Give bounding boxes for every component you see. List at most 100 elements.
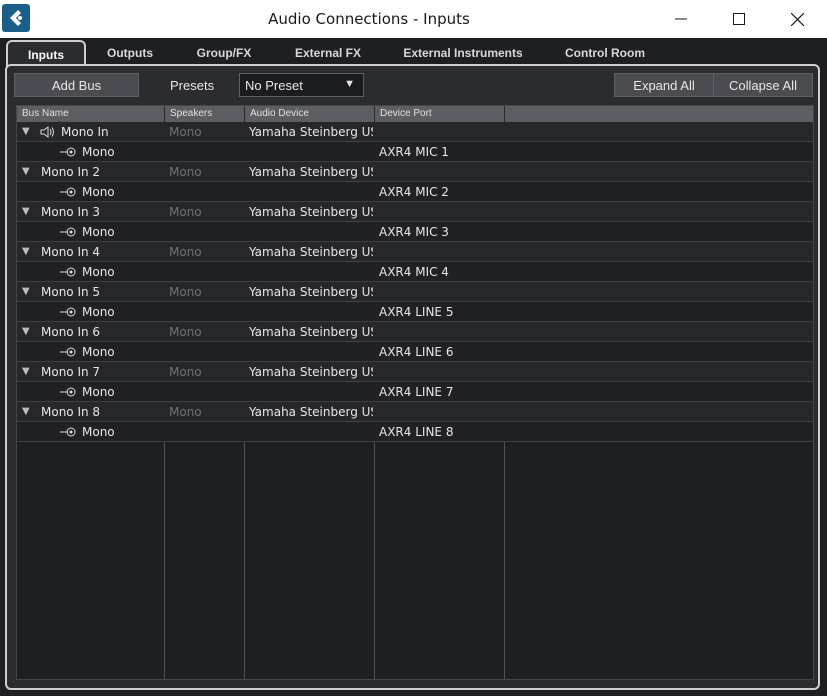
channel-row[interactable]: Mono AXR4 LINE 7	[17, 382, 813, 402]
close-icon	[790, 12, 804, 26]
table-header: Bus Name Speakers Audio Device Device Po…	[17, 106, 813, 122]
channel-row[interactable]: Mono AXR4 MIC 3	[17, 222, 813, 242]
bus-name[interactable]: Mono In 2	[41, 162, 163, 182]
bus-row[interactable]: ▼ Mono In 2 Mono Yamaha Steinberg USB ASIO	[17, 162, 813, 182]
bus-name[interactable]: Mono In 5	[41, 282, 163, 302]
bus-speakers[interactable]: Mono	[169, 242, 243, 262]
device-port[interactable]: AXR4 MIC 1	[379, 142, 503, 162]
minimize-button[interactable]	[652, 0, 710, 38]
channel-name: Mono	[82, 145, 115, 159]
device-port[interactable]: AXR4 LINE 7	[379, 382, 503, 402]
channel-row[interactable]: Mono AXR4 MIC 1	[17, 142, 813, 162]
bus-speakers[interactable]: Mono	[169, 402, 243, 422]
bus-audio-device[interactable]: Yamaha Steinberg USB ASIO	[249, 402, 373, 422]
channel-name: Mono	[82, 305, 115, 319]
tab-bar: Inputs Outputs Group/FX External FX Exte…	[6, 40, 822, 68]
title-bar: Audio Connections - Inputs	[0, 0, 827, 38]
bus-name[interactable]: Mono In	[61, 122, 163, 142]
device-port[interactable]: AXR4 LINE 5	[379, 302, 503, 322]
bus-row[interactable]: ▼ Mono In Mono Yamaha Steinberg USB ASIO	[17, 122, 813, 142]
bus-speakers[interactable]: Mono	[169, 322, 243, 342]
add-bus-button[interactable]: Add Bus	[14, 73, 139, 97]
bus-speakers[interactable]: Mono	[169, 122, 243, 142]
expand-triangle-icon[interactable]: ▼	[22, 122, 30, 142]
tab-external-instruments[interactable]: External Instruments	[386, 40, 540, 66]
tab-group-fx[interactable]: Group/FX	[178, 40, 270, 66]
bus-audio-device[interactable]: Yamaha Steinberg USB ASIO	[249, 202, 373, 222]
bus-speakers[interactable]: Mono	[169, 362, 243, 382]
bus-name[interactable]: Mono In 6	[41, 322, 163, 342]
expand-triangle-icon[interactable]: ▼	[22, 362, 30, 382]
channel-connector-icon	[59, 346, 77, 361]
expand-triangle-icon[interactable]: ▼	[22, 322, 30, 342]
bus-row[interactable]: ▼ Mono In 3 Mono Yamaha Steinberg USB ASIO	[17, 202, 813, 222]
tab-outputs[interactable]: Outputs	[90, 40, 170, 66]
channel-connector-icon	[59, 266, 77, 281]
channel-row[interactable]: Mono AXR4 LINE 8	[17, 422, 813, 442]
channel-row[interactable]: Mono AXR4 MIC 4	[17, 262, 813, 282]
bus-speakers[interactable]: Mono	[169, 162, 243, 182]
preset-value: No Preset	[245, 78, 303, 93]
bus-name[interactable]: Mono In 8	[41, 402, 163, 422]
collapse-all-button[interactable]: Collapse All	[713, 73, 813, 97]
channel-row[interactable]: Mono AXR4 LINE 6	[17, 342, 813, 362]
column-header-bus-name[interactable]: Bus Name	[17, 106, 165, 122]
bus-name[interactable]: Mono In 3	[41, 202, 163, 222]
channel-name: Mono	[82, 185, 115, 199]
maximize-button[interactable]	[710, 0, 768, 38]
expand-all-button[interactable]: Expand All	[614, 73, 714, 97]
channel-connector-icon	[59, 226, 77, 241]
channel-row[interactable]: Mono AXR4 LINE 5	[17, 302, 813, 322]
column-header-speakers[interactable]: Speakers	[165, 106, 244, 122]
bus-audio-device[interactable]: Yamaha Steinberg USB ASIO	[249, 282, 373, 302]
channel-name: Mono	[82, 265, 115, 279]
close-button[interactable]	[768, 0, 826, 38]
tab-external-fx[interactable]: External FX	[278, 40, 378, 66]
bus-name[interactable]: Mono In 7	[41, 362, 163, 382]
audio-connections-window: Inputs Outputs Group/FX External FX Exte…	[0, 38, 827, 696]
channel-connector-icon	[59, 306, 77, 321]
expand-triangle-icon[interactable]: ▼	[22, 162, 30, 182]
bus-audio-device[interactable]: Yamaha Steinberg USB ASIO	[249, 242, 373, 262]
bus-row[interactable]: ▼ Mono In 5 Mono Yamaha Steinberg USB ASIO	[17, 282, 813, 302]
presets-label: Presets	[170, 78, 215, 93]
device-port[interactable]: AXR4 LINE 6	[379, 342, 503, 362]
bus-audio-device[interactable]: Yamaha Steinberg USB ASIO	[249, 362, 373, 382]
expand-triangle-icon[interactable]: ▼	[22, 402, 30, 422]
bus-speakers[interactable]: Mono	[169, 202, 243, 222]
column-header-audio-device[interactable]: Audio Device	[245, 106, 375, 122]
bus-audio-device[interactable]: Yamaha Steinberg USB ASIO	[249, 162, 373, 182]
bus-row[interactable]: ▼ Mono In 4 Mono Yamaha Steinberg USB ASIO	[17, 242, 813, 262]
minimize-icon	[675, 18, 687, 20]
device-port[interactable]: AXR4 MIC 4	[379, 262, 503, 282]
expand-triangle-icon[interactable]: ▼	[22, 202, 30, 222]
bus-table: Bus Name Speakers Audio Device Device Po…	[16, 105, 814, 680]
bus-audio-device[interactable]: Yamaha Steinberg USB ASIO	[249, 322, 373, 342]
bus-audio-device[interactable]: Yamaha Steinberg USB ASIO	[249, 122, 373, 142]
bus-row[interactable]: ▼ Mono In 8 Mono Yamaha Steinberg USB ASIO	[17, 402, 813, 422]
bus-name[interactable]: Mono In 4	[41, 242, 163, 262]
expand-triangle-icon[interactable]: ▼	[22, 282, 30, 302]
channel-name: Mono	[82, 225, 115, 239]
channel-connector-icon	[59, 426, 77, 441]
dropdown-arrow-icon: ▼	[344, 78, 355, 90]
device-port[interactable]: AXR4 MIC 3	[379, 222, 503, 242]
channel-name: Mono	[82, 345, 115, 359]
channel-row[interactable]: Mono AXR4 MIC 2	[17, 182, 813, 202]
speaker-icon	[39, 125, 57, 142]
inputs-panel: Add Bus Presets No Preset ▼ Expand All C…	[5, 64, 820, 690]
device-port[interactable]: AXR4 MIC 2	[379, 182, 503, 202]
column-header-device-port[interactable]: Device Port	[375, 106, 505, 122]
channel-name: Mono	[82, 425, 115, 439]
maximize-icon	[733, 13, 745, 25]
expand-triangle-icon[interactable]: ▼	[22, 242, 30, 262]
window-title: Audio Connections - Inputs	[268, 10, 470, 28]
bus-speakers[interactable]: Mono	[169, 282, 243, 302]
bus-row[interactable]: ▼ Mono In 7 Mono Yamaha Steinberg USB ASIO	[17, 362, 813, 382]
channel-connector-icon	[59, 386, 77, 401]
bus-row[interactable]: ▼ Mono In 6 Mono Yamaha Steinberg USB ASIO	[17, 322, 813, 342]
tab-control-room[interactable]: Control Room	[550, 40, 660, 66]
preset-dropdown[interactable]: No Preset ▼	[239, 73, 364, 97]
channel-connector-icon	[59, 186, 77, 201]
device-port[interactable]: AXR4 LINE 8	[379, 422, 503, 442]
